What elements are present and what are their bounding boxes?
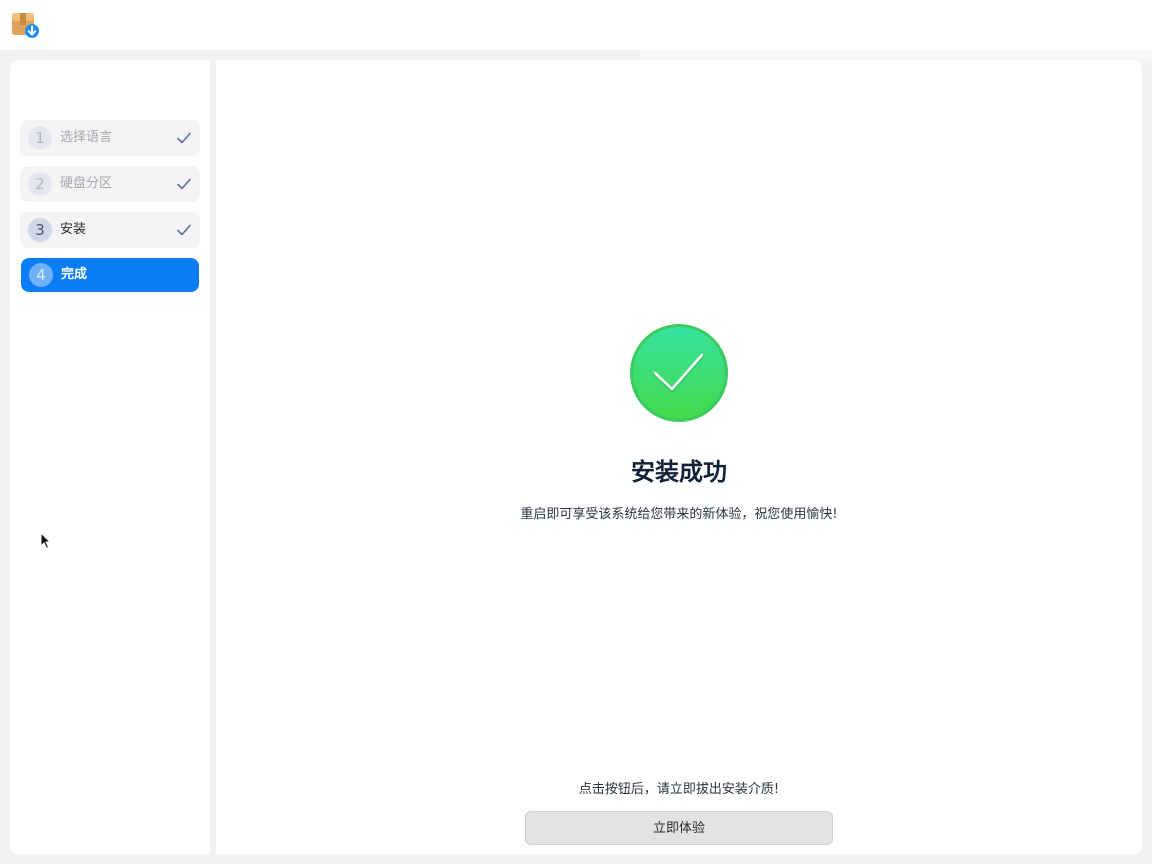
- step-disk-partition: 2 硬盘分区: [20, 166, 200, 202]
- step-label: 安装: [60, 222, 87, 237]
- title-bar: [0, 0, 1152, 50]
- steps-sidebar: 1 选择语言 2 硬盘分区 3 安装 4 完成: [10, 60, 210, 854]
- step-number: 1: [28, 126, 52, 150]
- success-check-icon: [630, 324, 728, 422]
- success-description: 重启即可享受该系统给您带来的新体验，祝您使用愉快!: [520, 507, 838, 522]
- step-install: 3 安装: [20, 212, 200, 248]
- step-select-language: 1 选择语言: [20, 120, 200, 156]
- success-title: 安装成功: [631, 458, 727, 486]
- checkmark-icon: [177, 178, 191, 190]
- step-label: 完成: [61, 267, 88, 282]
- experience-now-button[interactable]: 立即体验: [525, 811, 833, 845]
- installer-package-icon: [12, 13, 39, 38]
- step-label: 硬盘分区: [60, 176, 113, 191]
- checkmark-icon: [177, 224, 191, 236]
- step-number: 4: [29, 263, 53, 287]
- step-number: 3: [28, 218, 52, 242]
- step-number: 2: [28, 172, 52, 196]
- step-label: 选择语言: [60, 130, 113, 145]
- main-content: 安装成功 重启即可享受该系统给您带来的新体验，祝您使用愉快! 点击按钮后，请立即…: [216, 60, 1142, 854]
- title-bar-shadow: [640, 50, 1152, 60]
- remove-media-notice: 点击按钮后，请立即拔出安装介质!: [578, 782, 780, 797]
- step-finish: 4 完成: [21, 258, 199, 292]
- mouse-pointer-icon: [40, 532, 52, 550]
- checkmark-icon: [177, 132, 191, 144]
